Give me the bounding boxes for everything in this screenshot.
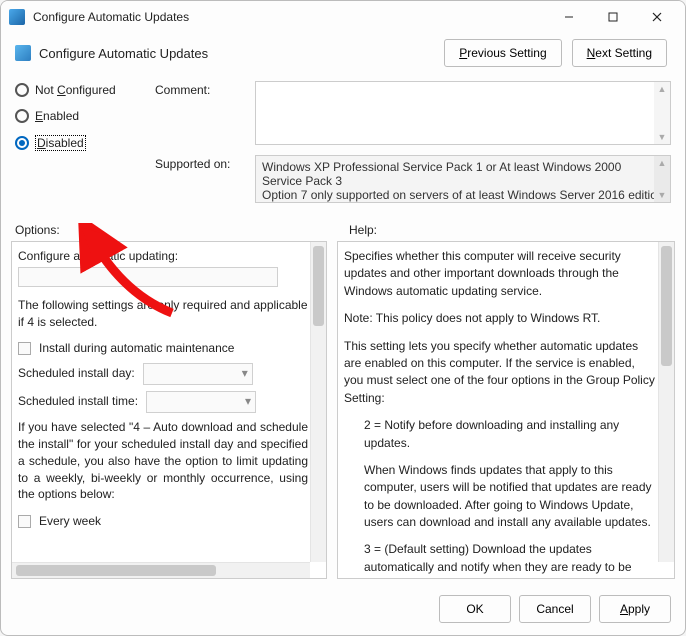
scrollbar-thumb[interactable] [313,246,324,326]
checkbox-icon [18,342,31,355]
nav-buttons: Previous Setting Next Setting [444,39,667,67]
every-week-row[interactable]: Every week [18,513,308,530]
close-icon [652,12,662,22]
titlebar: Configure Automatic Updates [1,1,685,33]
scrollbar-thumb[interactable] [16,565,216,576]
sched-time-select[interactable]: ▾ [146,391,256,413]
sched-time-label: Scheduled install time: [18,393,138,410]
ok-button[interactable]: OK [439,595,511,623]
window-controls [549,3,677,31]
help-paragraph: This setting lets you specify whether au… [344,338,656,408]
radio-label: Enabled [35,109,79,123]
options-body: Configure automatic updating: The follow… [12,242,326,578]
state-column: Not Configured Enabled Disabled [15,77,145,213]
apply-button[interactable]: Apply [599,595,671,623]
help-paragraph: Note: This policy does not apply to Wind… [344,310,656,327]
options-label: Options: [15,223,335,237]
radio-enabled[interactable]: Enabled [15,103,145,129]
help-body: Specifies whether this computer will rec… [338,242,674,578]
supported-label: Supported on: [155,155,245,203]
chevron-down-icon: ▾ [242,365,248,382]
comment-label: Comment: [155,81,245,145]
sched-note: If you have selected "4 – Auto download … [18,419,308,503]
minimize-icon [564,12,574,22]
help-label: Help: [349,223,671,237]
header-row: Configure Automatic Updates Previous Set… [1,33,685,71]
scroll-down-icon: ▼ [654,130,670,144]
scrollbar-horizontal[interactable] [12,562,310,578]
mid-labels: Options: Help: [1,217,685,241]
scroll-up-icon: ▲ [654,156,670,170]
scrollbar-vertical[interactable]: ▲ ▼ [654,82,670,144]
top-section: Not Configured Enabled Disabled Comment: [1,71,685,217]
help-paragraph: 2 = Notify before downloading and instal… [344,417,656,452]
radio-disabled[interactable]: Disabled [15,129,145,157]
scrollbar-thumb[interactable] [661,246,672,366]
help-paragraph: Specifies whether this computer will rec… [344,248,656,300]
cancel-button[interactable]: Cancel [519,595,591,623]
help-paragraph: When Windows finds updates that apply to… [344,462,656,532]
next-setting-button[interactable]: Next Setting [572,39,667,67]
radio-icon [15,136,29,150]
install-maintenance-label: Install during automatic maintenance [39,340,234,357]
sched-day-select[interactable]: ▾ [143,363,253,385]
close-button[interactable] [637,3,677,31]
footer: OK Cancel Apply [1,585,685,635]
window-title: Configure Automatic Updates [33,10,549,24]
comment-row: Comment: ▲ ▼ [155,81,671,145]
options-panel: Configure automatic updating: The follow… [11,241,327,579]
configure-updating-label: Configure automatic updating: [18,248,308,265]
sched-day-label: Scheduled install day: [18,365,135,382]
help-panel: Specifies whether this computer will rec… [337,241,675,579]
radio-icon [15,109,29,123]
comment-input[interactable]: ▲ ▼ [255,81,671,145]
scroll-up-icon: ▲ [654,82,670,96]
supported-row: Supported on: Windows XP Professional Se… [155,155,671,203]
minimize-button[interactable] [549,3,589,31]
policy-icon [15,45,31,61]
app-icon [9,9,25,25]
every-week-label: Every week [39,513,101,530]
install-maintenance-row[interactable]: Install during automatic maintenance [18,340,308,357]
maximize-icon [608,12,618,22]
page-title: Configure Automatic Updates [39,46,444,61]
dialog-window: Configure Automatic Updates Configure Au… [0,0,686,636]
radio-label: Not Configured [35,83,116,97]
sched-time-row: Scheduled install time: ▾ [18,391,308,413]
checkbox-icon [18,515,31,528]
radio-icon [15,83,29,97]
radio-not-configured[interactable]: Not Configured [15,77,145,103]
previous-setting-button[interactable]: Previous Setting [444,39,561,67]
meta-column: Comment: ▲ ▼ Supported on: Windows XP Pr… [155,77,671,213]
chevron-down-icon: ▾ [245,393,251,410]
panels: Configure automatic updating: The follow… [1,241,685,585]
radio-label: Disabled [35,135,86,151]
scroll-down-icon: ▼ [654,188,670,202]
scrollbar-vertical[interactable]: ▲ ▼ [654,156,670,202]
maximize-button[interactable] [593,3,633,31]
help-paragraph: 3 = (Default setting) Download the updat… [344,541,656,578]
sched-day-row: Scheduled install day: ▾ [18,363,308,385]
scrollbar-vertical[interactable] [310,242,326,562]
scrollbar-vertical[interactable] [658,242,674,562]
configure-updating-select[interactable] [18,267,278,287]
configure-updating-group: Configure automatic updating: [18,248,308,287]
required-note: The following settings are only required… [18,297,308,329]
supported-text: Windows XP Professional Service Pack 1 o… [255,155,671,203]
